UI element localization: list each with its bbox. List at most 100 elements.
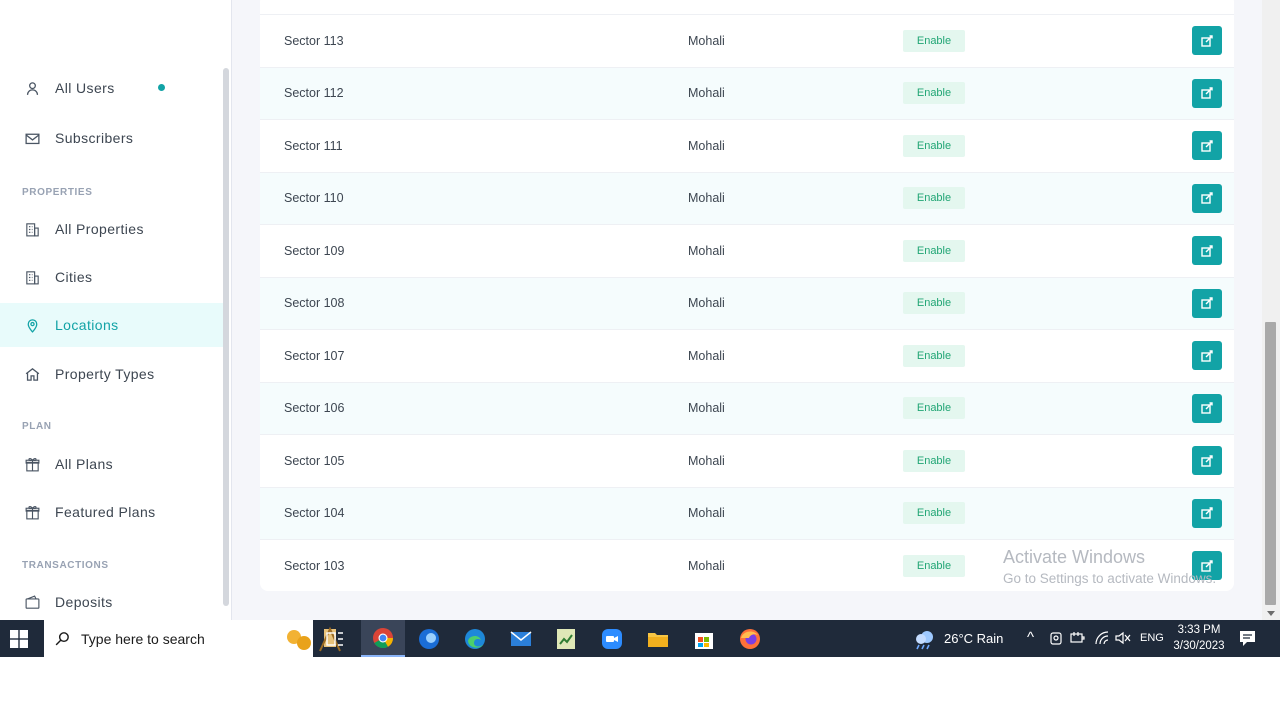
user-icon — [26, 81, 39, 95]
sidebar-item-label: All Properties — [55, 221, 144, 237]
sidebar-item-label: Locations — [55, 317, 119, 333]
sidebar-item-property-types[interactable]: Property Types — [0, 352, 224, 396]
notification-center-icon[interactable] — [1239, 630, 1256, 647]
edit-button[interactable] — [1192, 393, 1222, 423]
task-view-icon[interactable] — [313, 620, 357, 657]
location-name: Sector 106 — [284, 401, 345, 415]
status-badge[interactable]: Enable — [903, 82, 965, 104]
edit-button[interactable] — [1192, 551, 1222, 580]
map-pin-icon — [27, 318, 38, 333]
edit-icon — [1201, 559, 1213, 572]
location-city: Mohali — [688, 138, 725, 153]
sidebar-item-locations[interactable]: Locations — [0, 303, 224, 347]
language-indicator[interactable]: ENG — [1140, 632, 1164, 644]
sidebar-item-label: All Plans — [55, 456, 114, 472]
sidebar-item-all-properties[interactable]: All Properties — [0, 207, 224, 251]
zoom-icon[interactable] — [590, 620, 634, 657]
location-city: Mohali — [688, 191, 725, 205]
table-row: Sector 106 Mohali Enable — [260, 381, 1234, 434]
page-scrollbar-thumb[interactable] — [1265, 322, 1276, 605]
edit-icon — [1201, 34, 1213, 47]
edit-button[interactable] — [1192, 341, 1222, 370]
firefox-icon[interactable] — [728, 620, 772, 657]
windows-taskbar: Type here to search 26°C Rain ^ ENG 3:33… — [0, 620, 1280, 657]
sidebar-scrollbar[interactable] — [223, 68, 229, 606]
sidebar-item-subscribers[interactable]: Subscribers — [0, 116, 224, 160]
sidebar-item-label: Property Types — [55, 366, 155, 382]
microsoft-store-icon[interactable] — [682, 620, 726, 657]
weather-rain-icon — [916, 631, 933, 650]
status-badge[interactable]: Enable — [903, 397, 965, 419]
location-city: Mohali — [688, 558, 725, 573]
status-badge[interactable]: Enable — [903, 502, 965, 524]
sidebar-item-label: All Users — [55, 80, 115, 96]
edit-button[interactable] — [1192, 78, 1222, 108]
sidebar-item-all-users[interactable]: All Users — [0, 66, 224, 110]
firefox-dev-icon[interactable] — [407, 620, 451, 657]
table-row: Sector 107 Mohali Enable — [260, 329, 1234, 381]
location-city: Mohali — [688, 296, 725, 310]
sidebar-item-deposits[interactable]: Deposits — [0, 580, 224, 620]
edit-icon — [1201, 139, 1213, 152]
edit-button[interactable] — [1192, 446, 1222, 475]
table-row: Sector 111 Mohali Enable — [260, 119, 1234, 171]
location-city: Mohali — [688, 33, 725, 48]
sidebar-item-label: Subscribers — [55, 130, 134, 146]
location-city: Mohali — [688, 401, 725, 415]
sidebar-item-label: Featured Plans — [55, 504, 156, 520]
sidebar-item-all-plans[interactable]: All Plans — [0, 442, 224, 486]
status-badge[interactable]: Enable — [903, 134, 965, 157]
clock-date: 3/30/2023 — [1173, 640, 1225, 652]
sidebar-item-cities[interactable]: Cities — [0, 255, 224, 299]
location-name: Sector 107 — [284, 348, 345, 363]
spreadsheet-app-icon[interactable] — [544, 620, 588, 657]
table-row: Sector 104 Mohali Enable — [260, 486, 1234, 539]
search-icon — [55, 632, 69, 646]
battery-plug-icon[interactable] — [1070, 631, 1086, 645]
speaker-muted-icon[interactable] — [1115, 631, 1131, 645]
edit-button[interactable] — [1192, 288, 1222, 318]
wifi-icon[interactable] — [1094, 630, 1110, 646]
status-dot — [158, 84, 165, 91]
meet-now-icon[interactable] — [1049, 631, 1063, 646]
windows-start-icon[interactable] — [10, 630, 28, 648]
page-scrollbar[interactable] — [1262, 0, 1280, 620]
sidebar: All Users Subscribers PROPERTIES All Pro… — [0, 0, 232, 620]
envelope-icon — [25, 133, 40, 144]
clock[interactable]: 3:33 PM 3/30/2023 — [1170, 622, 1228, 654]
wallet-icon — [25, 594, 40, 609]
section-heading-properties: PROPERTIES — [22, 187, 93, 198]
file-explorer-icon[interactable] — [636, 620, 680, 657]
edit-button[interactable] — [1192, 131, 1222, 160]
location-name: Sector 111 — [284, 138, 343, 153]
building-icon — [26, 270, 39, 284]
chevron-up-icon[interactable]: ^ — [1027, 629, 1034, 646]
status-badge[interactable]: Enable — [903, 29, 965, 52]
location-city: Mohali — [688, 86, 725, 100]
edit-button[interactable] — [1192, 26, 1222, 55]
browser-viewport: All Users Subscribers PROPERTIES All Pro… — [0, 0, 1280, 620]
weather-text[interactable]: 26°C Rain — [944, 631, 1003, 646]
status-badge[interactable]: Enable — [903, 554, 965, 577]
status-badge[interactable]: Enable — [903, 292, 965, 314]
status-badge[interactable]: Enable — [903, 449, 965, 472]
status-badge[interactable]: Enable — [903, 344, 965, 367]
table-row: Sector 112 Mohali Enable — [260, 66, 1234, 119]
mail-icon[interactable] — [499, 620, 543, 657]
status-badge[interactable]: Enable — [903, 239, 965, 262]
edit-button[interactable] — [1192, 183, 1222, 213]
edit-icon — [1201, 507, 1213, 519]
sidebar-item-featured-plans[interactable]: Featured Plans — [0, 490, 224, 534]
location-city: Mohali — [688, 453, 725, 468]
edit-button[interactable] — [1192, 236, 1222, 265]
status-badge[interactable]: Enable — [903, 187, 965, 209]
chrome-icon[interactable] — [361, 620, 405, 657]
home-icon — [25, 367, 40, 381]
edit-icon — [1201, 192, 1213, 204]
edit-button[interactable] — [1192, 498, 1222, 528]
sidebar-item-label: Deposits — [55, 594, 113, 610]
edit-icon — [1201, 454, 1213, 467]
edge-icon[interactable] — [453, 620, 497, 657]
taskbar-search-box[interactable]: Type here to search — [44, 620, 341, 657]
scroll-down-arrow-icon[interactable] — [1267, 611, 1275, 616]
